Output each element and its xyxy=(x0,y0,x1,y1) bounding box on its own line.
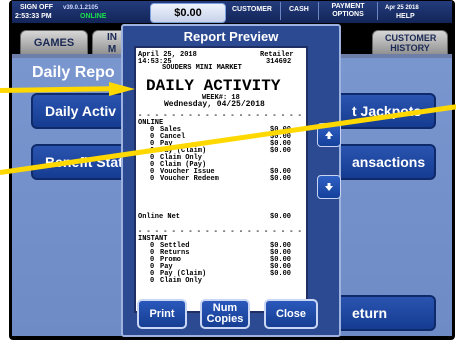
report-preview-dialog: Report Preview April 25, 2018 Retailer 1… xyxy=(121,24,341,337)
arrow-up-icon xyxy=(325,131,333,139)
close-button[interactable]: Close xyxy=(264,299,318,329)
clock: 2:53:33 PM xyxy=(15,13,52,20)
receipt-store: SOUDERS MINI MARKET xyxy=(162,64,242,72)
receipt-heading: DAILY ACTIVITY xyxy=(146,77,281,95)
tab-customer-history[interactable]: CUSTOMER HISTORY xyxy=(372,30,448,56)
annotation-arrowhead xyxy=(109,82,135,96)
receipt-separator: - - - - - - - - - - - - - - - - - - - - … xyxy=(138,112,302,120)
receipt-row-amount: $0.00 xyxy=(270,175,292,183)
version-label: v39.0.1.2105 xyxy=(63,5,99,11)
divider xyxy=(377,2,378,20)
sign-off-button[interactable]: SIGN OFF xyxy=(20,4,53,12)
receipt-row-amount: $0.00 xyxy=(270,270,292,278)
receipt-row-label: Claim Only xyxy=(160,277,203,285)
receipt-row-label: Voucher Redeem xyxy=(160,175,219,183)
receipt-online-net-amount: $0.00 xyxy=(270,213,292,221)
help-button[interactable]: HELP xyxy=(396,13,415,21)
status-online: ONLINE xyxy=(80,13,107,20)
divider xyxy=(318,2,319,20)
scroll-down-button[interactable] xyxy=(317,175,341,199)
receipt-row-amount: $0.00 xyxy=(270,147,292,155)
divider xyxy=(280,2,281,20)
receipt-row-count: 0 xyxy=(150,277,155,285)
num-copies-button[interactable]: Num Copies xyxy=(200,299,250,329)
dialog-title: Report Preview xyxy=(183,29,279,44)
transactions-button[interactable]: ansactions xyxy=(330,144,436,180)
receipt-row-count: 0 xyxy=(150,175,155,183)
print-button[interactable]: Print xyxy=(137,299,187,329)
arrow-down-icon xyxy=(325,183,333,191)
date-label: Apr 25 2018 xyxy=(385,5,419,11)
page-title: Daily Repo xyxy=(32,64,115,81)
screen: SIGN OFF 2:53:33 PM v39.0.1.2105 ONLINE … xyxy=(0,0,456,347)
cash-button[interactable]: CASH xyxy=(289,6,309,14)
balance-display: $0.00 xyxy=(150,3,226,23)
receipt-preview[interactable]: April 25, 2018 Retailer 14:53:25 314692 … xyxy=(134,46,308,313)
receipt-day: Wednesday, 04/25/2018 xyxy=(164,100,265,109)
return-button[interactable]: eturn xyxy=(330,295,436,331)
payment-options-button[interactable]: PAYMENT OPTIONS xyxy=(320,2,376,20)
receipt-retailer-id: 314692 xyxy=(266,58,292,66)
receipt-online-net-label: Online Net xyxy=(138,213,181,221)
tab-games[interactable]: GAMES xyxy=(20,30,88,56)
customer-button[interactable]: CUSTOMER xyxy=(232,6,272,14)
